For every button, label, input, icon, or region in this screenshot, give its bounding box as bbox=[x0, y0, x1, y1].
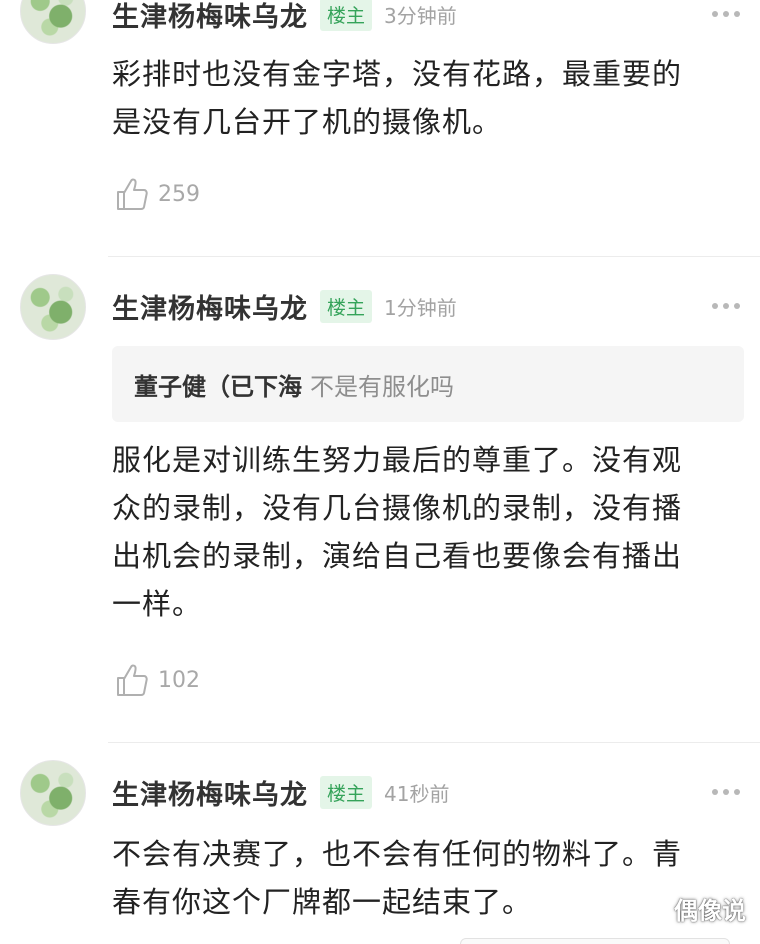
comment-header: 生津杨梅味乌龙 楼主 41秒前 bbox=[112, 770, 740, 814]
quoted-reply[interactable]: 董子健（已下海 不是有服化吗 bbox=[112, 346, 744, 422]
quoted-username: 董子健（已下海 bbox=[134, 372, 302, 401]
avatar[interactable] bbox=[20, 274, 86, 340]
thumbs-up-icon bbox=[117, 178, 148, 210]
avatar[interactable] bbox=[20, 0, 86, 44]
divider bbox=[108, 256, 760, 257]
username[interactable]: 生津杨梅味乌龙 bbox=[112, 0, 308, 34]
quoted-text: 不是有服化吗 bbox=[310, 372, 454, 401]
like-count: 259 bbox=[158, 181, 200, 207]
comment-line: 彩排时也没有金字塔，没有花路，最重要的 bbox=[112, 57, 683, 91]
comment-header: 生津杨梅味乌龙 楼主 1分钟前 bbox=[112, 284, 740, 328]
comment-thread: 生津杨梅味乌龙 楼主 3分钟前 彩排时也没有金字塔，没有花路，最重要的 是没有几… bbox=[0, 0, 760, 944]
more-dots-icon[interactable] bbox=[712, 303, 740, 309]
op-badge: 楼主 bbox=[320, 775, 373, 809]
like-count: 102 bbox=[158, 667, 200, 693]
reply-input-edge[interactable] bbox=[460, 938, 730, 944]
more-dots-icon[interactable] bbox=[712, 11, 740, 17]
comment-body: 彩排时也没有金字塔，没有花路，最重要的 是没有几台开了机的摄像机。 bbox=[112, 50, 744, 146]
like-button[interactable]: 102 bbox=[116, 660, 200, 700]
avatar[interactable] bbox=[20, 760, 86, 826]
thumbs-up-icon bbox=[117, 664, 148, 696]
username[interactable]: 生津杨梅味乌龙 bbox=[112, 773, 308, 812]
comment-line: 一样。 bbox=[112, 587, 203, 621]
comment-line: 春有你这个厂牌都一起结束了。 bbox=[112, 885, 533, 919]
comment-body: 不会有决赛了，也不会有任何的物料了。青 春有你这个厂牌都一起结束了。 bbox=[112, 830, 744, 926]
op-badge: 楼主 bbox=[320, 289, 373, 323]
comment-header: 生津杨梅味乌龙 楼主 3分钟前 bbox=[112, 0, 740, 36]
timestamp: 41秒前 bbox=[384, 781, 450, 806]
comment-line: 不会有决赛了，也不会有任何的物料了。青 bbox=[112, 837, 683, 871]
comment-line: 众的录制，没有几台摄像机的录制，没有播 bbox=[112, 491, 683, 525]
comment-line: 服化是对训练生努力最后的尊重了。没有观 bbox=[112, 443, 683, 477]
more-dots-icon[interactable] bbox=[712, 789, 740, 795]
op-badge: 楼主 bbox=[320, 0, 373, 31]
divider bbox=[108, 742, 760, 743]
comment-line: 出机会的录制，演给自己看也要像会有播出 bbox=[112, 539, 683, 573]
timestamp: 1分钟前 bbox=[384, 295, 457, 320]
like-button[interactable]: 259 bbox=[116, 174, 200, 214]
timestamp: 3分钟前 bbox=[384, 3, 457, 28]
comment-line: 是没有几台开了机的摄像机。 bbox=[112, 105, 503, 139]
watermark: 偶像说 bbox=[674, 897, 746, 925]
comment-body: 服化是对训练生努力最后的尊重了。没有观 众的录制，没有几台摄像机的录制，没有播 … bbox=[112, 436, 744, 628]
username[interactable]: 生津杨梅味乌龙 bbox=[112, 287, 308, 326]
